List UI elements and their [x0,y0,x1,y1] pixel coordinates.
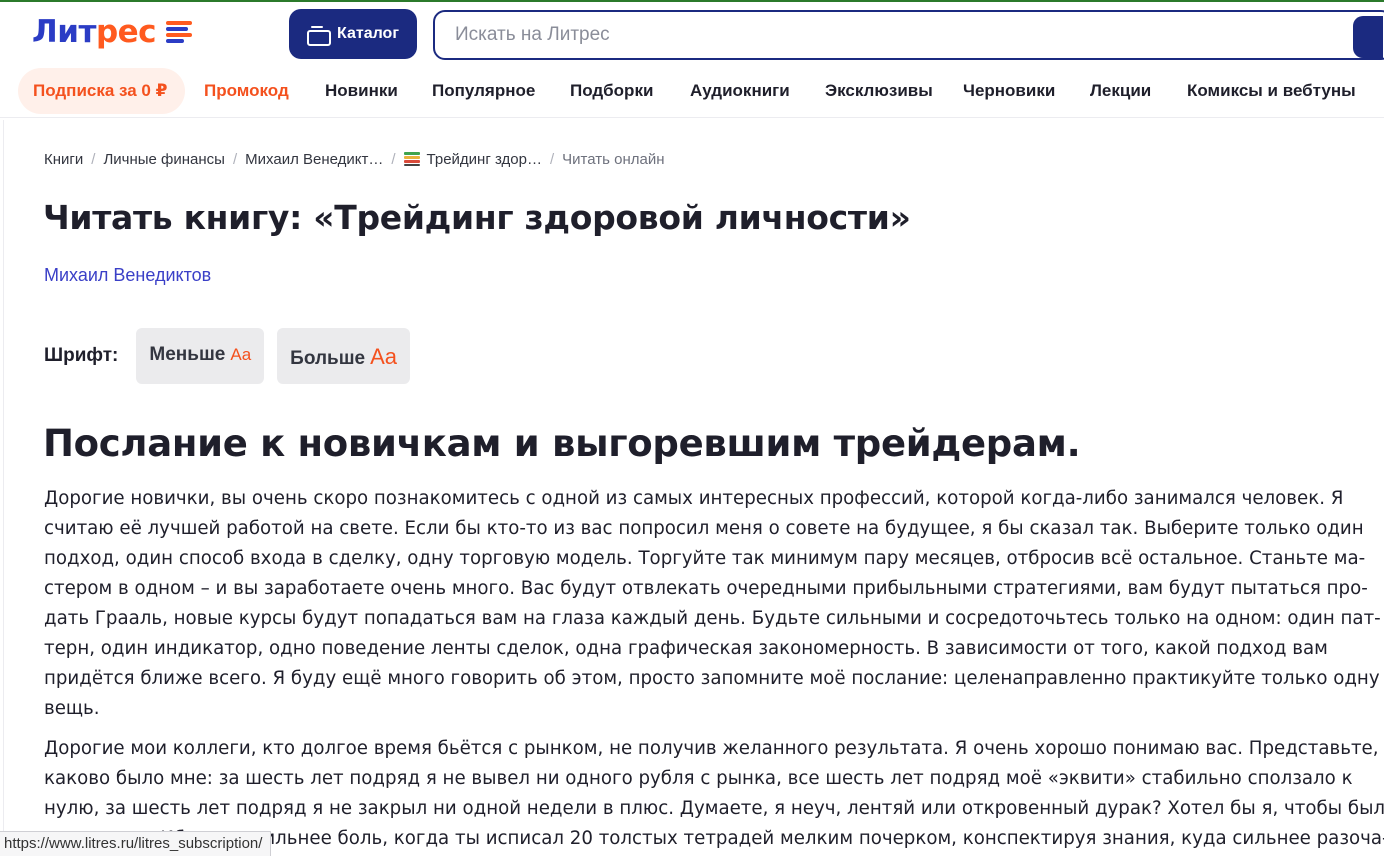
browser-status-url: https://www.litres.ru/litres_subscriptio… [0,831,272,856]
catalog-button[interactable]: Каталог [289,9,417,59]
breadcrumb: Книги / Личные финансы / Михаил Венедикт… [44,148,664,170]
text-line: придётся ближе всего. Я буду ещё много г… [44,668,1380,689]
text-line: считаю её лучшей работой на свете. Если … [44,518,1364,539]
search-box [433,10,1384,60]
text-line: стером в одном – и вы заработаете очень … [44,578,1368,599]
nav-item-drafts[interactable]: Черновики [963,68,1055,114]
content-left-border [3,120,4,856]
nav-item-new[interactable]: Новинки [325,68,398,114]
breadcrumb-book[interactable]: Трейдинг здор… [427,151,542,168]
breadcrumb-current: Читать онлайн [562,150,665,168]
nav-item-popular[interactable]: Популярное [432,68,535,114]
font-label: Шрифт: [44,345,119,366]
author-link[interactable]: Михаил Венедиктов [44,265,211,286]
aa-big-icon: Aa [370,344,398,369]
search-input[interactable] [455,24,1315,46]
font-smaller-button[interactable]: Меньше Aa [136,328,265,384]
logo-text: Литрес [32,14,157,50]
catalog-icon [307,26,331,46]
search-button[interactable] [1353,16,1383,58]
font-bigger-label: Больше [290,348,366,369]
nav-item-subscription[interactable]: Подписка за 0 ₽ [18,68,185,114]
logo-text-part2: рес [95,14,157,50]
nav-item-collections[interactable]: Подборки [570,68,653,114]
page-title: Читать книгу: «Трейдинг здоровой личност… [43,198,911,237]
text-line: дать Грааль, новые курсы будут попадатьс… [44,608,1381,629]
breadcrumb-author[interactable]: Михаил Венедикт… [245,151,383,168]
chapter-paragraph-1: Дорогие новички, вы очень скоро познаком… [44,484,1384,724]
catalog-label: Каталог [337,25,399,42]
chapter-title: Послание к новичкам и выгоревшим трейдер… [43,422,1081,465]
font-size-controls: Шрифт: Меньше Aa Больше Aa [44,328,423,384]
text-line: Дорогие мои коллеги, кто долгое время бь… [44,738,1379,759]
text-line: терн, один индикатор, одно поведение лен… [44,638,1328,659]
book-icon [403,152,420,166]
litres-logo[interactable]: Литрес [32,14,193,50]
text-line: Дорогие новички, вы очень скоро познаком… [44,488,1344,509]
nav-item-lectures[interactable]: Лекции [1090,68,1151,114]
breadcrumb-books[interactable]: Книги [44,151,83,168]
aa-small-icon: Aa [230,345,252,364]
nav-item-audiobooks[interactable]: Аудиокниги [690,68,790,114]
text-line: нулю, за шесть лет подряд я не закрыл ни… [44,798,1384,819]
nav-item-exclusives[interactable]: Эксклюзивы [825,68,933,114]
breadcrumb-personal-finance[interactable]: Личные финансы [103,151,225,168]
breadcrumb-separator: / [549,150,555,168]
text-line: вещь. [44,698,100,719]
breadcrumb-separator: / [232,150,238,168]
nav-item-promocode[interactable]: Промокод [204,68,289,114]
text-line: подход, один способ входа в сделку, одну… [44,548,1366,569]
breadcrumb-separator: / [391,150,396,168]
nav-item-comics[interactable]: Комиксы и вебтуны [1187,68,1356,114]
header: Литрес Каталог [0,2,1384,64]
breadcrumb-separator: / [91,150,96,168]
main-nav: Подписка за 0 ₽ Промокод Новинки Популяр… [0,66,1384,118]
font-bigger-button[interactable]: Больше Aa [277,328,411,384]
logo-text-part1: Лит [32,14,96,50]
font-smaller-label: Меньше [149,344,226,365]
text-line: каково было мне: за шесть лет подряд я н… [44,768,1353,789]
logo-stripes-icon [166,21,193,43]
